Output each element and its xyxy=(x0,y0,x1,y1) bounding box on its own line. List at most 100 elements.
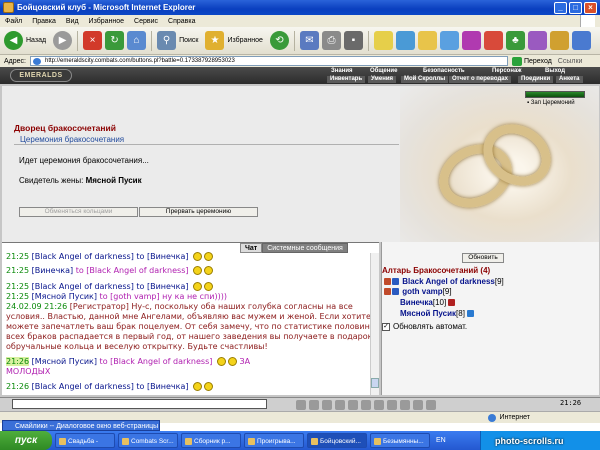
menu-edit[interactable]: Правка xyxy=(32,18,56,25)
window-title: Бойцовский клуб - Microsoft Internet Exp… xyxy=(17,3,196,12)
exit-ceremony-link[interactable]: ▪ Зап Церемоний xyxy=(527,100,575,106)
menu-help[interactable]: Справка xyxy=(168,18,195,25)
speed-icon[interactable] xyxy=(361,399,371,410)
print-icon[interactable]: ⎙ xyxy=(321,31,341,50)
smilies-icon[interactable] xyxy=(296,399,306,410)
chat-message: 21:25 [Мясной Пусик] to [goth vamp] ну к… xyxy=(6,292,227,301)
address-url: http://emeraldscity.combats.com/buttons.… xyxy=(44,58,235,64)
menu-favorites[interactable]: Избранное xyxy=(89,18,124,25)
go-label: Переход xyxy=(523,57,552,65)
back-label[interactable]: Назад xyxy=(26,37,46,44)
favorites-star-icon[interactable]: ★ xyxy=(205,31,225,50)
chat-input[interactable] xyxy=(12,399,267,409)
users-icon[interactable] xyxy=(374,399,384,410)
auto-refresh-checkbox[interactable]: ✓ xyxy=(382,322,390,331)
taskbar-item[interactable]: Проигрыва... xyxy=(244,433,304,448)
extra-icon[interactable] xyxy=(571,31,591,50)
menu-tools[interactable]: Сервис xyxy=(134,18,158,25)
home-icon[interactable]: ⌂ xyxy=(127,31,147,50)
nav-transfers[interactable]: Отчет о переводах xyxy=(449,76,511,83)
addon-icon[interactable] xyxy=(483,31,503,50)
globe-icon xyxy=(488,413,497,422)
health-bar xyxy=(525,91,585,98)
taskbar-item[interactable]: Свадьба - xyxy=(55,433,115,448)
chat-scrollbar[interactable] xyxy=(370,253,379,395)
notes-icon[interactable] xyxy=(417,31,437,50)
site-logo[interactable]: EMERALDS xyxy=(10,69,72,82)
forward-arrow-icon[interactable]: ▶ xyxy=(53,31,73,50)
security-zone: Интернет xyxy=(488,413,530,422)
address-input[interactable]: http://emeraldscity.combats.com/buttons.… xyxy=(29,56,508,66)
smiley-icon xyxy=(204,252,214,261)
search-label[interactable]: Поиск xyxy=(179,37,198,44)
menu-view[interactable]: Вид xyxy=(66,18,79,25)
nav-scrolls[interactable]: Мой Скроллы xyxy=(401,76,449,83)
auto-refresh-toggle[interactable]: ✓ Обновлять автомат. xyxy=(382,322,467,331)
messenger-icon[interactable] xyxy=(395,31,415,50)
start-button[interactable]: пуск xyxy=(0,431,52,450)
log-icon[interactable] xyxy=(400,399,410,410)
smiley-icon xyxy=(193,252,203,261)
toolbar-separator xyxy=(77,30,79,51)
mail-icon[interactable]: ✉ xyxy=(299,31,319,50)
maximize-icon[interactable]: □ xyxy=(569,1,582,14)
go-button[interactable]: Переход xyxy=(511,56,552,66)
nav-duels[interactable]: Поединки xyxy=(518,76,554,83)
minimize-icon[interactable]: _ xyxy=(554,1,567,14)
private-icon[interactable] xyxy=(426,399,436,410)
keys-icon[interactable] xyxy=(549,31,569,50)
interrupt-ceremony-button[interactable]: Прервать церемонию xyxy=(139,207,258,217)
clover-icon[interactable]: ♣ xyxy=(505,31,525,50)
tab-chat[interactable]: Чат xyxy=(240,243,263,253)
taskbar-item[interactable]: Безымянны... xyxy=(370,433,430,448)
chat-message: 21:25 [Винечка] to [Black Angel of darkn… xyxy=(6,266,214,275)
nav-profile[interactable]: Анкета xyxy=(556,76,583,83)
sound-icon[interactable] xyxy=(387,399,397,410)
nav-security[interactable]: Безопасность xyxy=(423,68,465,74)
window-icon[interactable] xyxy=(439,31,459,50)
taskbar-item[interactable]: Бойцовский... xyxy=(307,433,367,448)
search-icon[interactable]: ⚲ xyxy=(157,31,177,50)
folder-icon[interactable] xyxy=(373,31,393,50)
language-indicator[interactable]: EN xyxy=(436,437,446,444)
nav-communication[interactable]: Общение xyxy=(370,68,397,74)
smiley-icon xyxy=(193,382,203,391)
book-icon[interactable] xyxy=(413,399,423,410)
plugin-icon[interactable] xyxy=(527,31,547,50)
nav-skills[interactable]: Умения xyxy=(368,76,397,83)
nav-character[interactable]: Персонаж xyxy=(492,68,522,74)
align-icon xyxy=(392,288,399,296)
taskbar-item[interactable]: Сборник р... xyxy=(181,433,241,448)
smiley-icon xyxy=(216,357,226,366)
filter-icon[interactable] xyxy=(322,399,332,410)
refresh-icon[interactable]: ↻ xyxy=(105,31,125,50)
scroll-thumb[interactable] xyxy=(371,378,379,388)
nav-inventory[interactable]: Инвентарь xyxy=(327,76,366,83)
close-icon[interactable]: × xyxy=(584,1,597,14)
altar-member[interactable]: Мясной Пусик[8] xyxy=(400,309,475,318)
refresh-button[interactable]: Обновить xyxy=(462,253,504,263)
taskbar-item[interactable]: Combats Scr... xyxy=(118,433,178,448)
links-label[interactable]: Ссылки xyxy=(558,58,583,65)
altar-member[interactable]: Black Angel of darkness[9] xyxy=(384,277,504,286)
wedding-rings-image xyxy=(400,86,599,242)
nav-exit[interactable]: Выход xyxy=(545,68,565,74)
chat-message: 21:26 [Мясной Пусик] to [Black Angel of … xyxy=(6,357,251,366)
back-arrow-icon[interactable]: ◀ xyxy=(4,31,23,50)
nav-knowledge[interactable]: Знания xyxy=(331,68,353,74)
translit-icon[interactable] xyxy=(348,399,358,410)
favorites-label[interactable]: Избранное xyxy=(227,37,262,44)
history-icon[interactable]: ⟲ xyxy=(269,31,289,50)
tab-system-messages[interactable]: Системные сообщения xyxy=(262,243,348,253)
settings-icon[interactable] xyxy=(335,399,345,410)
tool-icon[interactable] xyxy=(461,31,481,50)
altar-member[interactable]: goth vamp[9] xyxy=(384,287,452,296)
ceremony-status: Идет церемония бракосочетания... xyxy=(19,156,149,165)
exchange-rings-button[interactable]: Обменяться кольцами xyxy=(19,207,138,217)
altar-member[interactable]: Винечка[10] xyxy=(400,298,456,307)
menu-file[interactable]: Файл xyxy=(5,18,22,25)
stop-icon[interactable]: × xyxy=(83,31,103,50)
clear-icon[interactable] xyxy=(309,399,319,410)
section-subtitle: Церемония бракосочетания xyxy=(20,135,125,144)
edit-icon[interactable]: ▪ xyxy=(343,31,363,50)
